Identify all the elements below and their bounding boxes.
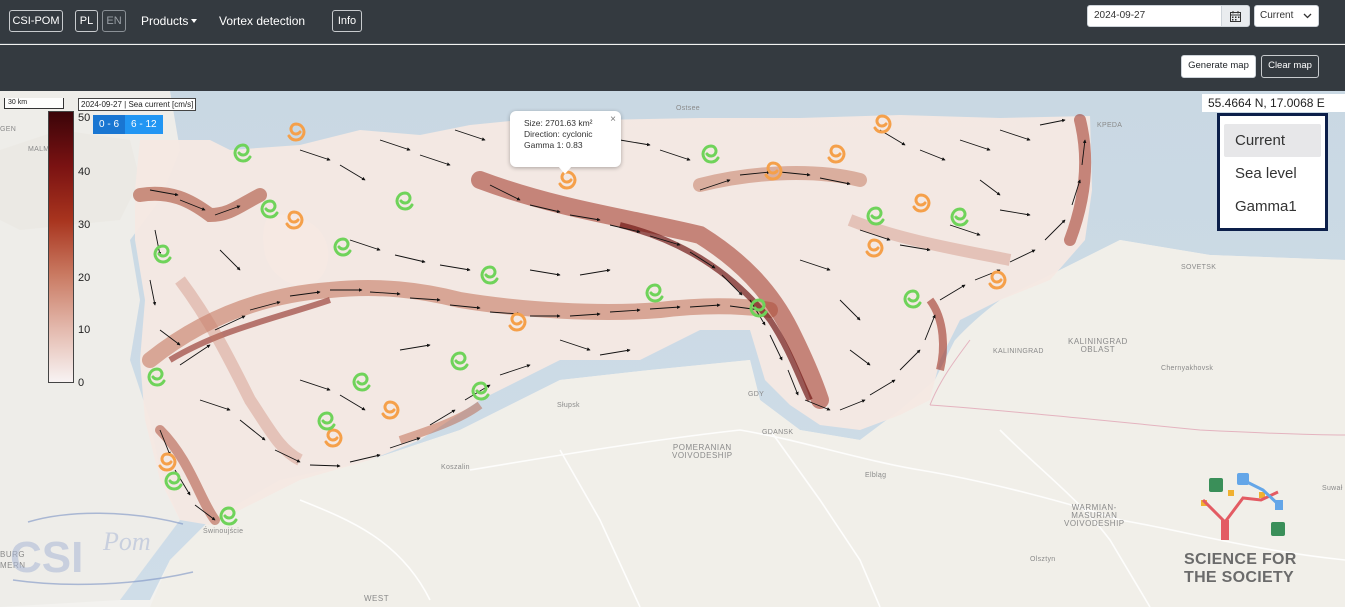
label-koszalin: Koszalin [441,464,470,471]
colorbar [48,111,74,383]
lang-pl-button[interactable]: PL [75,10,98,32]
generate-map-button[interactable]: Generate map [1181,55,1256,78]
clear-map-button[interactable]: Clear map [1261,55,1319,78]
range-6-12-button[interactable]: 6 - 12 [125,115,163,134]
csipom-logo: CSI Pom [10,512,194,586]
legend-title: 2024-09-27 | Sea current [cm/s] [78,98,197,111]
toolbar: Generate map Clear map [0,45,1345,91]
label-malmo: MALM [28,146,50,153]
lang-en-button[interactable]: EN [102,10,126,32]
label-warmian-3: VOIVODESHIP [1064,519,1125,528]
label-gdy: GDY [748,391,765,398]
date-input[interactable]: 2024-09-27 [1087,5,1222,27]
colorbar-tick-20: 20 [78,272,91,284]
range-0-6-button[interactable]: 0 - 6 [93,115,126,134]
chevron-down-icon [1303,13,1312,19]
label-west: WEST [364,594,390,603]
products-label: Products [141,14,189,28]
vortex-popup: × Size: 2701.63 km² Direction: cyclonic … [510,111,621,167]
label-slupsk: Słupsk [557,402,580,409]
science-for-society-logo [1201,473,1285,540]
info-button[interactable]: Info [332,10,362,32]
csipom-logo-text-csi: CSI [10,533,83,582]
label-elblag: Elbląg [865,472,887,479]
layer-option-current[interactable]: Current [1224,124,1321,157]
scale-bar: 30 km [4,98,64,109]
label-warmian: WARMIAN- MASURIAN VOIVODESHIP [1064,504,1125,528]
colorbar-tick-40: 40 [78,166,91,178]
popup-gamma: Gamma 1: 0.83 [524,140,583,150]
csipom-logo-text-pom: Pom [102,527,151,556]
label-suwalki: Suwał [1322,485,1343,492]
colorbar-tick-0: 0 [78,377,85,389]
label-swinoujscie: Świnoujście [203,528,244,535]
popup-direction: Direction: cyclonic [524,129,593,139]
sfs-line-1: SCIENCE FOR [1184,551,1297,568]
label-gen: GEN [0,126,17,133]
layer-dropdown: Current Sea level Gamma1 [1217,113,1328,231]
top-navbar: CSI-POM PL EN Products Vortex detection … [0,0,1345,44]
label-pomeranian-2: VOIVODESHIP [672,451,733,460]
sfs-logo-text: SCIENCE FOR THE SOCIETY [1184,551,1297,587]
layer-select-value: Current [1260,10,1294,21]
label-kaliningrad-oblast: KALININGRAD OBLAST [1068,338,1128,354]
colorbar-tick-50: 50 [78,112,91,124]
range-filter: 0 - 6 6 - 12 [93,115,163,134]
close-icon[interactable]: × [610,114,616,125]
calendar-icon [1230,11,1241,22]
coordinates-readout: 55.4664 N, 17.0068 E [1202,94,1345,112]
products-menu[interactable]: Products [141,11,198,31]
caret-down-icon [191,19,198,23]
colorbar-tick-10: 10 [78,324,91,336]
popup-size: Size: 2701.63 km² [524,118,593,128]
label-olsztyn: Olsztyn [1030,556,1056,563]
label-ostsee: Ostsee [676,105,700,112]
colorbar-tick-30: 30 [78,219,91,231]
calendar-button[interactable] [1221,5,1250,27]
label-pomeranian: POMERANIAN VOIVODESHIP [672,444,733,460]
label-gdansk: GDANSK [762,429,794,436]
layer-option-sea-level[interactable]: Sea level [1224,157,1321,190]
popup-tip [558,166,572,174]
label-chernyakhovsk: Chernyakhovsk [1161,365,1214,372]
layer-option-gamma1[interactable]: Gamma1 [1224,190,1321,223]
label-kpeda: KPEDA [1097,122,1123,129]
vortex-detection-link[interactable]: Vortex detection [219,11,305,31]
label-kaliningrad-oblast-2: OBLAST [1080,345,1116,354]
label-kaliningrad-city: KALININGRAD [993,348,1044,355]
brand-button[interactable]: CSI-POM [9,10,63,32]
layer-select[interactable]: Current [1254,5,1319,27]
map-canvas[interactable]: Ostsee Słupsk Koszalin GDY GDANSK POMERA… [0,91,1345,607]
sfs-line-2: THE SOCIETY [1184,569,1294,586]
base-map [0,91,1345,607]
label-sovetsk: SOVETSK [1181,264,1217,271]
